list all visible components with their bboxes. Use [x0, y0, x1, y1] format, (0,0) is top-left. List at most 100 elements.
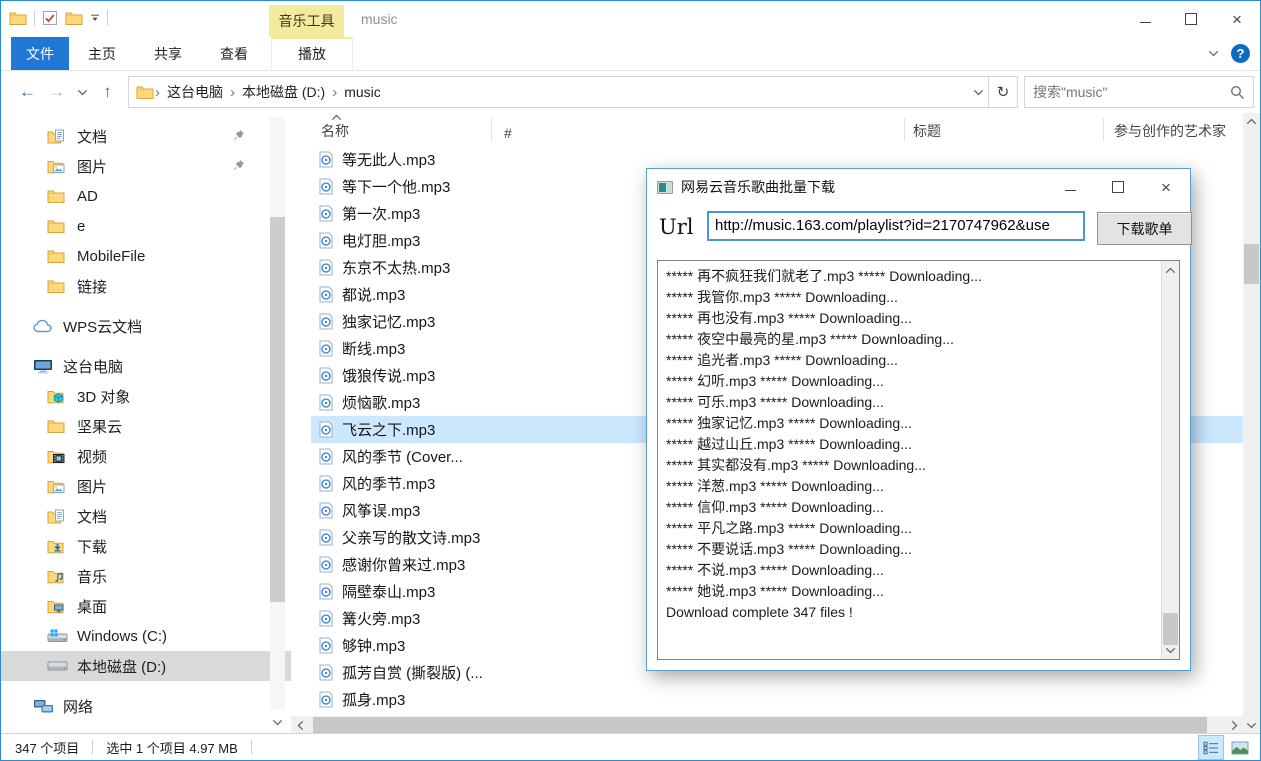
recent-locations-chevron[interactable] — [71, 77, 93, 107]
vertical-scrollbar-thumb[interactable] — [1244, 244, 1259, 284]
sidebar-item-11[interactable]: 图片 — [1, 471, 291, 501]
sidebar-item-label: 网络 — [63, 696, 93, 717]
sidebar-item-2[interactable]: AD — [1, 181, 291, 211]
breadcrumb-segment[interactable]: 这台电脑 — [161, 82, 229, 102]
new-folder-icon[interactable] — [65, 11, 83, 25]
search-icon[interactable] — [1230, 85, 1245, 100]
scroll-up-arrow-icon[interactable] — [1162, 262, 1179, 278]
file-name: 断线.mp3 — [342, 338, 405, 359]
log-scrollbar[interactable] — [1161, 261, 1179, 659]
dialog-title-bar[interactable]: 网易云音乐歌曲批量下载 × — [647, 169, 1190, 205]
sidebar-scrollbar-thumb[interactable] — [270, 217, 285, 602]
address-dropdown-chevron-icon[interactable] — [973, 89, 984, 96]
mp3-icon — [319, 286, 333, 303]
scroll-right-arrow-icon[interactable] — [1225, 716, 1243, 734]
dialog-maximize-button[interactable] — [1094, 169, 1142, 205]
minimize-button[interactable] — [1122, 1, 1168, 37]
vertical-scrollbar[interactable] — [1243, 113, 1260, 734]
sidebar-item-label: 坚果云 — [77, 416, 122, 437]
search-input[interactable]: 搜索"music" — [1024, 76, 1254, 108]
log-scrollbar-thumb[interactable] — [1163, 613, 1178, 645]
file-name: 风的季节 (Cover... — [342, 446, 463, 467]
folder-icon[interactable] — [9, 11, 27, 25]
dialog-minimize-button[interactable] — [1046, 169, 1094, 205]
forward-button[interactable]: → — [42, 77, 71, 107]
sidebar-item-5[interactable]: 链接 — [1, 271, 291, 301]
ribbon-tab-0[interactable]: 主页 — [69, 37, 135, 70]
column-header-title[interactable]: 标题 — [913, 121, 941, 141]
sidebar-item-10[interactable]: 视频 — [1, 441, 291, 471]
file-row-20[interactable]: 孤身.mp3 — [311, 686, 1243, 713]
sidebar-item-label: 本地磁盘 (D:) — [77, 656, 166, 677]
sidebar-item-17[interactable]: 本地磁盘 (D:) — [1, 651, 291, 681]
column-divider[interactable] — [491, 118, 492, 141]
properties-check-icon[interactable] — [42, 10, 58, 26]
sidebar-item-6[interactable]: WPS云文档 — [1, 311, 291, 341]
column-divider[interactable] — [1103, 118, 1104, 141]
mp3-icon — [319, 502, 333, 519]
sidebar-scrollbar[interactable] — [270, 117, 285, 710]
column-header-name[interactable]: 名称 — [321, 121, 349, 141]
log-line-8: ***** 越过山丘.mp3 ***** Downloading... — [666, 434, 1157, 455]
details-view-button[interactable] — [1198, 735, 1224, 760]
ribbon-tab-1[interactable]: 共享 — [135, 37, 201, 70]
help-button[interactable]: ? — [1231, 44, 1250, 63]
horizontal-scrollbar-thumb[interactable] — [313, 717, 1207, 733]
download-log[interactable]: ***** 再不疯狂我们就老了.mp3 ***** Downloading...… — [666, 266, 1157, 655]
tab-file[interactable]: 文件 — [11, 37, 69, 70]
file-name: 饿狼传说.mp3 — [342, 365, 435, 386]
log-line-9: ***** 其实都没有.mp3 ***** Downloading... — [666, 455, 1157, 476]
column-divider[interactable] — [904, 118, 905, 141]
sidebar-item-16[interactable]: Windows (C:) — [1, 621, 291, 651]
maximize-button[interactable] — [1168, 1, 1214, 37]
mp3-icon — [319, 421, 333, 438]
address-bar[interactable]: › 这台电脑›本地磁盘 (D:)›music — [128, 76, 989, 108]
ribbon-tab-3[interactable]: 播放 — [271, 37, 353, 70]
column-header-number[interactable]: # — [504, 125, 512, 141]
sidebar-item-3[interactable]: e — [1, 211, 291, 241]
mp3-icon — [319, 664, 333, 681]
sidebar-item-7[interactable]: 这台电脑 — [1, 351, 291, 381]
sidebar-item-4[interactable]: MobileFile — [1, 241, 291, 271]
sidebar-item-1[interactable]: 图片 — [1, 151, 291, 181]
sidebar-item-15[interactable]: 桌面 — [1, 591, 291, 621]
scroll-down-arrow-icon[interactable] — [1162, 642, 1179, 658]
sidebar-item-12[interactable]: 文档 — [1, 501, 291, 531]
file-name: 等下一个他.mp3 — [342, 176, 450, 197]
breadcrumb-segment[interactable]: music — [338, 84, 387, 100]
collapse-ribbon-chevron-icon[interactable] — [1208, 50, 1219, 57]
scroll-left-arrow-icon[interactable] — [291, 716, 309, 734]
file-name: 够钟.mp3 — [342, 635, 405, 656]
sidebar-item-0[interactable]: 文档 — [1, 121, 291, 151]
network-icon — [33, 699, 55, 714]
breadcrumb-segment[interactable]: 本地磁盘 (D:) — [236, 82, 331, 102]
contextual-tab-group[interactable]: 音乐工具 — [269, 5, 344, 37]
sidebar-item-9[interactable]: 坚果云 — [1, 411, 291, 441]
sidebar-item-14[interactable]: 音乐 — [1, 561, 291, 591]
close-button[interactable]: × — [1214, 1, 1260, 37]
mp3-icon — [319, 394, 333, 411]
customize-toolbar-caret-icon[interactable] — [90, 14, 100, 22]
downloader-dialog: 网易云音乐歌曲批量下载 × Url http://music.163.com/p… — [646, 168, 1191, 671]
download-playlist-button[interactable]: 下载歌单 — [1097, 212, 1192, 245]
dialog-close-button[interactable]: × — [1142, 169, 1190, 205]
thumbnail-view-button[interactable] — [1227, 735, 1253, 760]
mp3-icon — [319, 313, 333, 330]
ribbon-tab-row: 文件 主页共享查看播放 — [1, 37, 1260, 71]
url-input[interactable]: http://music.163.com/playlist?id=2170747… — [707, 211, 1085, 241]
up-button[interactable]: ↑ — [93, 77, 122, 107]
sidebar-item-13[interactable]: 下载 — [1, 531, 291, 561]
refresh-button[interactable]: ↻ — [989, 76, 1018, 108]
sidebar-item-8[interactable]: 3D 对象 — [1, 381, 291, 411]
sidebar-item-label: 音乐 — [77, 566, 107, 587]
column-header-artists[interactable]: 参与创作的艺术家 — [1114, 121, 1226, 141]
file-name: 电灯胆.mp3 — [342, 230, 420, 251]
back-button[interactable]: ← — [13, 77, 42, 107]
ribbon-tab-2[interactable]: 查看 — [201, 37, 267, 70]
horizontal-scrollbar[interactable] — [291, 716, 1243, 734]
scroll-up-arrow-icon[interactable] — [1243, 113, 1260, 130]
scroll-down-arrow-icon[interactable] — [1243, 717, 1260, 734]
title-bar: 音乐工具 music × — [1, 1, 1260, 37]
sidebar-item-18[interactable]: 网络 — [1, 691, 291, 721]
sidebar-scroll-down-chevron-icon[interactable] — [270, 714, 285, 730]
